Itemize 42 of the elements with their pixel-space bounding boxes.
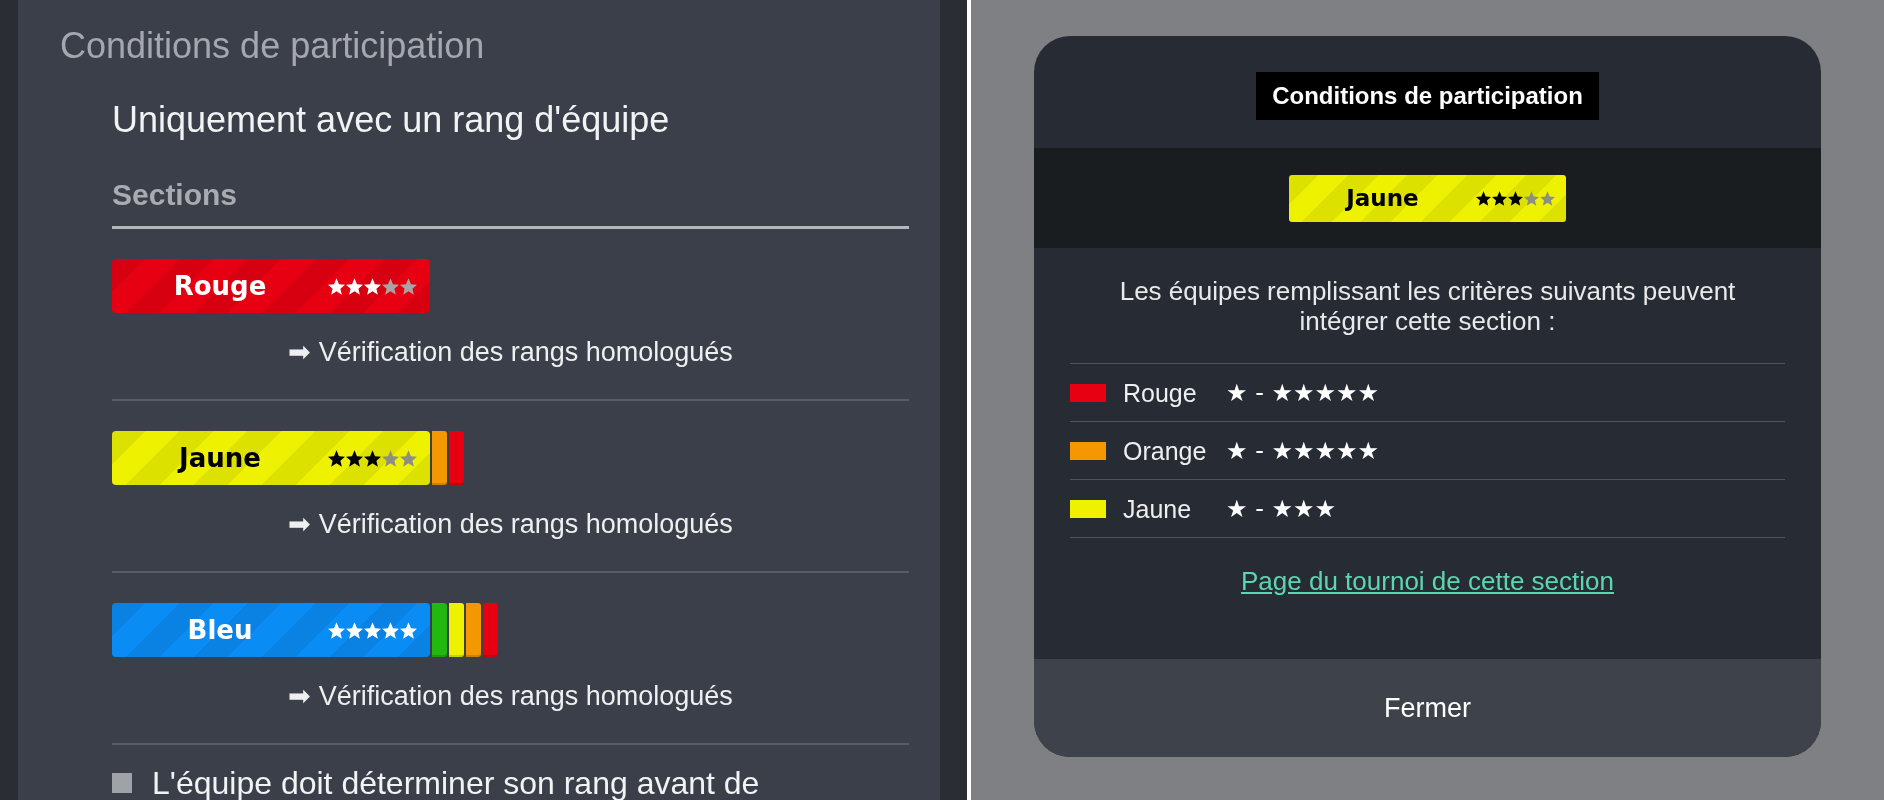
note-text: L'équipe doit déterminer son rang avant de: [152, 766, 760, 800]
rank-verification-link[interactable]: ➡ Vérification des rangs homologués: [288, 507, 733, 541]
dialog-description: Les équipes remplissant les critères suivants peuvent intégrer cette section :: [1118, 276, 1737, 336]
star-icon: [1508, 190, 1523, 206]
star-icon: [1476, 190, 1491, 206]
star-icon: [400, 277, 417, 295]
star-range-text: ★ - ★★★★★: [1226, 435, 1379, 466]
star-icon: [346, 621, 363, 639]
section-name: Orange: [1123, 435, 1207, 466]
star-icon: [346, 277, 363, 295]
star-icon: [1540, 190, 1555, 206]
rank-verification-link[interactable]: ➡ Vérification des rangs homologués: [288, 335, 733, 369]
star-icon: [1492, 190, 1507, 206]
section-name: Rouge: [1123, 377, 1197, 408]
rank-label: Rouge: [173, 271, 267, 301]
star-icon: [346, 449, 363, 467]
rank-label: Bleu: [187, 615, 253, 645]
dialog-title: Conditions de participation: [1256, 72, 1599, 120]
sections-heading: Sections: [112, 177, 238, 213]
tournament-page-link[interactable]: Page du tournoi de cette section: [1241, 565, 1614, 597]
star-icon: [328, 621, 345, 639]
star-icon: [382, 449, 399, 467]
rank-verification-link[interactable]: ➡ Vérification des rangs homologués: [288, 679, 733, 713]
star-icon: [364, 449, 381, 467]
star-icon: [400, 621, 417, 639]
star-range-text: ★ - ★★★: [1226, 493, 1336, 524]
close-button[interactable]: Fermer: [1034, 659, 1821, 757]
requirement-text: Uniquement avec un rang d'équipe: [112, 98, 670, 142]
rank-label: Jaune: [179, 443, 261, 473]
star-icon: [400, 449, 417, 467]
star-icon: [382, 277, 399, 295]
rank-label: Jaune: [1346, 184, 1419, 212]
panel-title: Conditions de participation: [60, 24, 485, 68]
bullet-square-icon: [112, 773, 132, 793]
star-icon: [328, 449, 345, 467]
star-icon: [382, 621, 399, 639]
star-icon: [1524, 190, 1539, 206]
star-icon: [328, 277, 345, 295]
section-name: Jaune: [1123, 493, 1192, 524]
star-icon: [364, 277, 381, 295]
star-range-text: ★ - ★★★★★: [1226, 377, 1379, 408]
star-icon: [364, 621, 381, 639]
